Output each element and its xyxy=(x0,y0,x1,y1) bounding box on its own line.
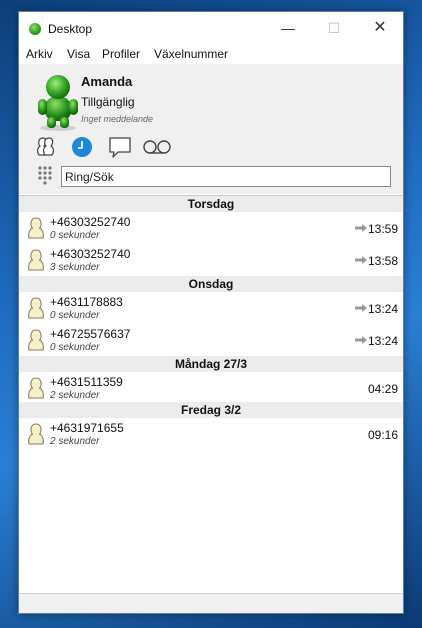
call-duration: 3 sekunder xyxy=(50,262,100,273)
call-row[interactable]: +4631511359 2 sekunder 04:29 xyxy=(19,372,403,402)
contacts-icon[interactable] xyxy=(35,135,57,159)
window-title: Desktop xyxy=(48,22,93,36)
menu-vaxelnummer[interactable]: Växelnummer xyxy=(154,47,228,61)
contact-icon xyxy=(28,249,44,271)
profile-name: Amanda xyxy=(81,74,133,89)
dialpad-icon[interactable] xyxy=(37,165,53,185)
maximize-button[interactable]: ☐ xyxy=(311,12,357,44)
chat-icon[interactable] xyxy=(108,135,132,159)
contact-icon xyxy=(28,329,44,351)
close-button[interactable]: ✕ xyxy=(357,12,403,44)
call-duration: 2 sekunder xyxy=(50,390,100,401)
call-time: 13:58 xyxy=(367,254,398,268)
call-number: +46725576637 xyxy=(50,327,131,341)
menu-bar: Arkiv Visa Profiler Växelnummer xyxy=(19,44,403,64)
history-icon[interactable] xyxy=(71,135,93,159)
day-header: Torsdag xyxy=(19,196,403,212)
call-duration: 0 sekunder xyxy=(50,342,100,353)
call-number: +4631178883 xyxy=(50,295,123,309)
title-bar[interactable]: Desktop — ☐ ✕ xyxy=(19,12,403,44)
profile-panel: Amanda Tillgänglig Inget meddelande xyxy=(19,64,403,194)
contact-icon xyxy=(28,423,44,445)
app-status-icon xyxy=(29,23,41,35)
presence-status[interactable]: Tillgänglig xyxy=(81,95,135,109)
day-header: Onsdag xyxy=(19,276,403,292)
call-duration: 0 sekunder xyxy=(50,230,100,241)
call-row[interactable]: +4631178883 0 sekunder 13:24 xyxy=(19,292,403,324)
forward-arrow-icon xyxy=(355,304,367,312)
menu-visa[interactable]: Visa xyxy=(67,47,90,61)
call-time: 13:24 xyxy=(367,302,398,316)
minimize-button[interactable]: — xyxy=(265,12,311,44)
call-time: 13:24 xyxy=(367,334,398,348)
contact-icon xyxy=(28,297,44,319)
menu-arkiv[interactable]: Arkiv xyxy=(26,47,53,61)
forward-arrow-icon xyxy=(355,336,367,344)
call-time: 04:29 xyxy=(367,382,398,396)
call-time: 09:16 xyxy=(367,428,398,442)
menu-profiler[interactable]: Profiler xyxy=(102,47,140,61)
call-number: +46303252740 xyxy=(50,247,131,261)
forward-arrow-icon xyxy=(355,256,367,264)
call-history-list: Torsdag +46303252740 0 sekunder 13:59 +4… xyxy=(19,195,403,596)
call-time: 13:59 xyxy=(367,222,398,236)
status-bar xyxy=(19,593,403,613)
call-row[interactable]: +46725576637 0 sekunder 13:24 xyxy=(19,324,403,356)
call-number: +46303252740 xyxy=(50,215,131,229)
day-header: Måndag 27/3 xyxy=(19,356,403,372)
app-window: Desktop — ☐ ✕ Arkiv Visa Profiler Växeln… xyxy=(18,11,404,614)
contact-icon xyxy=(28,217,44,239)
call-number: +4631971655 xyxy=(50,421,124,435)
contact-icon xyxy=(28,377,44,399)
voicemail-icon[interactable] xyxy=(142,135,172,159)
status-message[interactable]: Inget meddelande xyxy=(81,114,153,124)
call-duration: 0 sekunder xyxy=(50,310,100,321)
user-avatar-icon[interactable] xyxy=(35,73,81,131)
call-row[interactable]: +4631971655 2 sekunder 09:16 xyxy=(19,418,403,450)
call-row[interactable]: +46303252740 0 sekunder 13:59 xyxy=(19,212,403,244)
call-row[interactable]: +46303252740 3 sekunder 13:58 xyxy=(19,244,403,276)
day-header: Fredag 3/2 xyxy=(19,402,403,418)
call-number: +4631511359 xyxy=(50,375,123,389)
call-duration: 2 sekunder xyxy=(50,436,100,447)
forward-arrow-icon xyxy=(355,224,367,232)
call-search-input[interactable] xyxy=(61,166,391,187)
